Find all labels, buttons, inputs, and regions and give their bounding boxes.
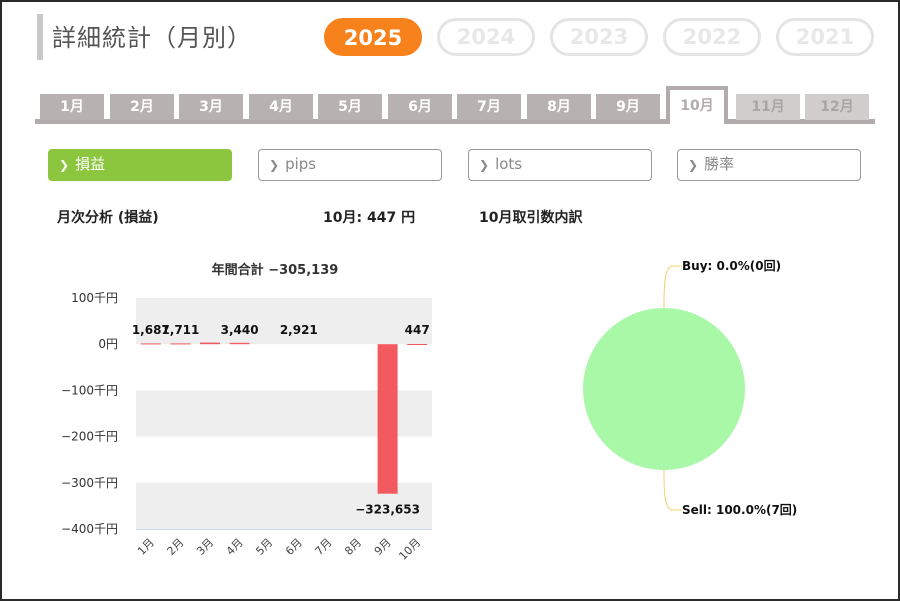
monthly-analysis-title: 月次分析 (損益) — [57, 210, 159, 226]
bar-3月 — [200, 342, 220, 345]
x-tick-label: 9月 — [372, 536, 394, 558]
data-label: 447 — [405, 323, 430, 337]
bar-1月 — [140, 343, 161, 345]
data-label: 3,440 — [221, 323, 259, 337]
data-label: −323,653 — [355, 503, 420, 517]
metric-tab-label: 損益 — [75, 155, 106, 173]
year-button-2025[interactable]: 2025 — [324, 18, 422, 56]
chevron-right-icon: ❯ — [479, 158, 490, 172]
bar-10月 — [407, 343, 428, 345]
year-button-2022[interactable]: 2022 — [663, 18, 761, 56]
tab-month-6[interactable]: 6月 — [388, 94, 452, 120]
y-tick-label: −200千円 — [61, 430, 118, 444]
x-tick-label: 5月 — [253, 536, 275, 558]
bar-9月 — [377, 344, 398, 494]
y-tick-label: −300千円 — [61, 476, 118, 490]
pie-connector-sell — [663, 469, 682, 511]
trade-breakdown-pie: Buy: 0.0%(0回) Sell: 100.0%(7回) — [583, 259, 797, 517]
pie-connector-buy — [663, 265, 682, 309]
x-tick-label: 3月 — [194, 536, 216, 558]
year-button-2024[interactable]: 2024 — [437, 18, 535, 56]
x-tick-label: 7月 — [313, 536, 335, 558]
tab-month-12[interactable]: 12月 — [805, 94, 869, 120]
tab-month-7[interactable]: 7月 — [457, 94, 521, 120]
breakdown-title: 10月取引数内訳 — [479, 210, 583, 226]
y-tick-label: −400千円 — [61, 522, 118, 536]
y-tick-label: 100千円 — [71, 291, 118, 305]
tab-month-4[interactable]: 4月 — [249, 94, 313, 120]
current-month-prefix: 10月: — [323, 210, 363, 226]
chart-title: 年間合計 −305,139 — [212, 262, 339, 278]
tab-month-11[interactable]: 11月 — [736, 94, 800, 120]
title-accent-bar — [37, 14, 43, 60]
metric-tab-label: pips — [285, 155, 317, 173]
year-button-2023[interactable]: 2023 — [550, 18, 648, 56]
monthly-profit-chart: 年間合計 −305,139 100千円 0円 −100千円 −200千円 −300千円 −4… — [61, 262, 432, 563]
pie-slice-1 — [583, 308, 745, 470]
metric-tab-lots[interactable]: ❯ lots — [468, 149, 652, 181]
pie-label-buy: Buy: 0.0%(0回) — [682, 259, 781, 273]
x-tick-label: 8月 — [342, 536, 364, 558]
pie-label-sell: Sell: 100.0%(7回) — [682, 503, 797, 517]
tab-month-9[interactable]: 9月 — [596, 94, 660, 120]
tab-month-5[interactable]: 5月 — [318, 94, 382, 120]
page-title: 詳細統計（月別） — [52, 24, 252, 52]
chevron-right-icon: ❯ — [269, 158, 280, 172]
x-tick-label: 6月 — [283, 536, 305, 558]
y-tick-label: −100千円 — [61, 383, 118, 397]
data-label: 1,711 — [161, 323, 199, 337]
x-tick-label: 2月 — [165, 536, 187, 558]
metric-tab-label: 勝率 — [704, 155, 735, 173]
tab-month-1[interactable]: 1月 — [40, 94, 104, 120]
x-tick-label: 10月 — [396, 536, 423, 563]
metric-tab-winrate[interactable]: ❯ 勝率 — [677, 149, 861, 181]
bar-2月 — [170, 343, 191, 345]
tab-month-8[interactable]: 8月 — [527, 94, 591, 120]
data-label: 2,921 — [280, 323, 318, 337]
tab-month-3[interactable]: 3月 — [179, 94, 243, 120]
x-tick-label: 4月 — [224, 536, 246, 558]
metric-tab-label: lots — [495, 155, 523, 173]
y-tick-label: 0円 — [98, 337, 118, 351]
bar-4月 — [229, 342, 250, 345]
metric-tab-profit[interactable]: ❯ 損益 — [48, 149, 232, 181]
metric-tab-pips[interactable]: ❯ pips — [258, 149, 442, 181]
grid-band — [136, 298, 432, 345]
chevron-right-icon: ❯ — [688, 158, 699, 172]
tab-month-2[interactable]: 2月 — [110, 94, 174, 120]
current-month-value: 447 円 — [366, 210, 416, 226]
year-button-2021[interactable]: 2021 — [776, 18, 874, 56]
current-month-summary: 10月: 447 円 — [323, 207, 415, 227]
tab-month-10[interactable]: 10月 — [666, 86, 728, 124]
chevron-right-icon: ❯ — [59, 158, 70, 172]
x-tick-label: 1月 — [135, 536, 157, 558]
